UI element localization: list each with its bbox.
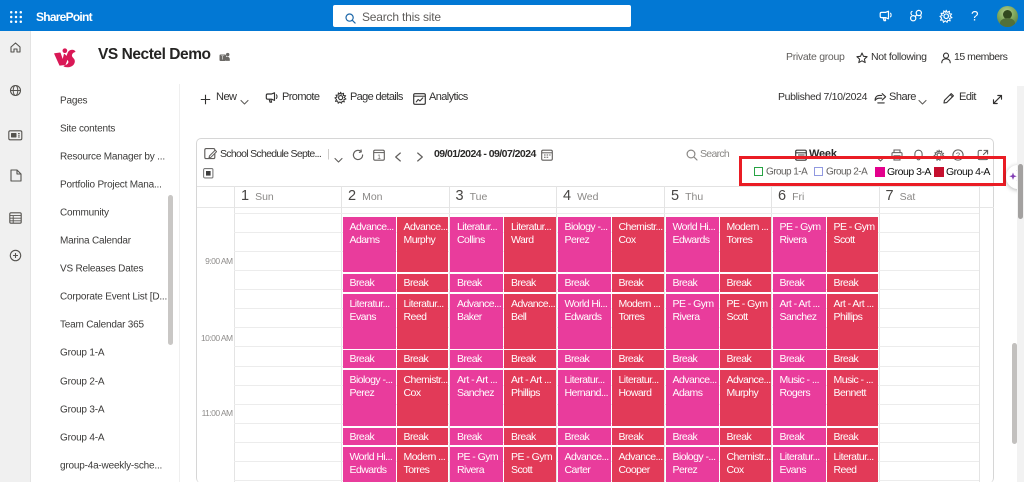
- svg-text:1: 1: [377, 154, 381, 161]
